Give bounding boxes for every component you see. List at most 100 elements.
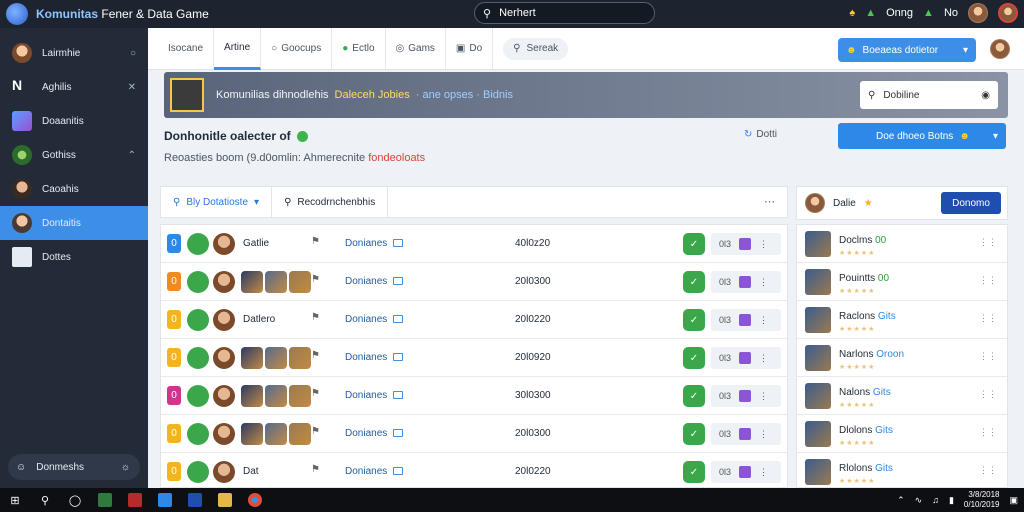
more-icon[interactable]: ⋮⋮ — [979, 275, 997, 286]
app-blue-icon[interactable] — [150, 488, 180, 512]
table-row[interactable]: 0 ⚑ Donianes 30l0300 ✓ 0l3 ⋮ — [161, 377, 787, 415]
follow-button[interactable]: Donomo — [941, 192, 1001, 214]
volume-icon[interactable]: ♫ — [932, 495, 939, 505]
search-icon[interactable]: ⚲ — [30, 488, 60, 512]
list-item[interactable]: Pouintts 00 ★★★★★ ⋮⋮ — [797, 263, 1007, 301]
status-button[interactable]: ✓ — [683, 385, 705, 407]
sidebar-item-4[interactable]: Caoahis — [0, 172, 148, 206]
chevron-up-icon[interactable]: ⌃ — [128, 150, 136, 161]
row-meta[interactable]: 0l3 ⋮ — [711, 347, 781, 369]
row-meta[interactable]: 0l3 ⋮ — [711, 309, 781, 331]
status-button[interactable]: ✓ — [683, 423, 705, 445]
task-view-icon[interactable]: ◯ — [60, 488, 90, 512]
sidebar-item-2[interactable]: Doaanitis — [0, 104, 148, 138]
sidebar-item-3[interactable]: Gothiss ⌃ — [0, 138, 148, 172]
tab-label: Do — [469, 43, 483, 54]
more-icon[interactable]: ⋮⋮ — [979, 465, 997, 476]
table-row[interactable]: 0 ⚑ Donianes 20l0300 ✓ 0l3 ⋮ — [161, 263, 787, 301]
tab-bar-avatar[interactable] — [990, 39, 1010, 59]
status-button[interactable]: ✓ — [683, 271, 705, 293]
file-explorer-icon[interactable] — [90, 488, 120, 512]
flag-icon: ⚑ — [311, 464, 320, 475]
table-row[interactable]: 0 ⚑ Donianes 20l0920 ✓ 0l3 ⋮ — [161, 339, 787, 377]
sidebar-item-6[interactable]: Dottes — [0, 240, 148, 274]
row-meta[interactable]: 0l3 ⋮ — [711, 423, 781, 445]
more-icon[interactable]: ⋮⋮ — [979, 237, 997, 248]
list-item[interactable]: Raclons Gits ★★★★★ ⋮⋮ — [797, 301, 1007, 339]
tab-0[interactable]: Isocane — [158, 27, 215, 70]
user-avatar[interactable] — [968, 3, 988, 23]
status-button[interactable]: ✓ — [683, 347, 705, 369]
tab-2[interactable]: ○ Goocups — [261, 27, 333, 70]
more-icon[interactable]: ⋯ — [764, 195, 775, 208]
row-category: Donianes — [345, 314, 404, 325]
browser-icon[interactable] — [240, 488, 270, 512]
recommend-filter[interactable]: ⚲ Recodrnchenbhis — [272, 186, 389, 218]
app-red-icon[interactable] — [120, 488, 150, 512]
network-icon[interactable]: ∿ — [915, 495, 923, 506]
tab-action-button[interactable]: ☻ Boeaeas dotietor ▾ — [838, 38, 976, 62]
row-meta[interactable]: 0l3 ⋮ — [711, 271, 781, 293]
profile-avatar[interactable] — [998, 3, 1018, 23]
windows-start-icon[interactable]: ⊞ — [0, 488, 30, 512]
list-item[interactable]: Dlolons Gits ★★★★★ ⋮⋮ — [797, 415, 1007, 453]
sidebar-item-5[interactable]: Dontaitis — [0, 206, 148, 240]
status-button[interactable]: ✓ — [683, 309, 705, 331]
banner-text-end: · ane opses · Bidnis — [415, 89, 513, 101]
row-meta-label: 0l3 — [719, 467, 732, 477]
status-button[interactable]: ✓ — [683, 461, 705, 483]
more-icon[interactable]: ⋮⋮ — [979, 313, 997, 324]
notification-icon[interactable]: ♠ — [849, 7, 855, 19]
status-button[interactable]: ✓ — [683, 233, 705, 255]
rating-stars-icon: ★★★★★ — [839, 402, 876, 409]
banner-search-input[interactable]: ⚲ Dobiline ◉ — [860, 81, 998, 109]
table-row[interactable]: 0 Datlero ⚑ Donianes 20l0220 ✓ 0l3 ⋮ — [161, 301, 787, 339]
top-search-box[interactable]: ⚲ Nerhert — [474, 2, 655, 24]
friends-icon[interactable]: ▲ — [923, 7, 934, 19]
tab-3[interactable]: ● Ectlo — [332, 27, 386, 70]
community-table: 0 Gatlie ⚑ Donianes 40l0z20 ✓ 0l3 ⋮ 0 ⚑ D… — [160, 224, 788, 488]
section-link[interactable]: ↻ Dotti — [744, 129, 777, 140]
table-row[interactable]: 0 Dat ⚑ Donianes 20l0220 ✓ 0l3 ⋮ — [161, 453, 787, 487]
tab-4[interactable]: ◎ Gams — [386, 27, 446, 70]
app-navy-icon[interactable] — [180, 488, 210, 512]
close-icon[interactable]: ✕ — [128, 82, 136, 93]
green-circle-icon: ● — [342, 43, 349, 54]
globe-icon[interactable]: ☼ — [121, 462, 130, 473]
tab-5[interactable]: ▣ Do — [446, 27, 494, 70]
chevron-up-icon[interactable]: ⌃ — [897, 495, 905, 506]
community-button[interactable]: ☺ Donmeshs ☼ — [8, 454, 140, 480]
row-meta-label: 0l3 — [719, 391, 732, 401]
section-action-button[interactable]: Doe dhoeo Botns ☻ ▾ — [838, 123, 1006, 149]
row-meta[interactable]: 0l3 ⋮ — [711, 385, 781, 407]
more-icon: ⋮ — [759, 390, 769, 401]
list-item[interactable]: Narlons Oroon ★★★★★ ⋮⋮ — [797, 339, 1007, 377]
row-category-label: Donianes — [345, 276, 388, 287]
list-item[interactable]: Nalons Gits ★★★★★ ⋮⋮ — [797, 377, 1007, 415]
more-icon[interactable]: ⋮⋮ — [979, 427, 997, 438]
row-meta[interactable]: 0l3 ⋮ — [711, 461, 781, 483]
table-row[interactable]: 0 Gatlie ⚑ Donianes 40l0z20 ✓ 0l3 ⋮ — [161, 225, 787, 263]
sidebar-item-0[interactable]: Lairmhie ○ — [0, 36, 148, 70]
battery-icon[interactable]: ▮ — [949, 495, 954, 506]
notification-icon[interactable]: ▣ — [1009, 495, 1018, 506]
badge-icon — [739, 428, 752, 440]
profile-avatar[interactable] — [805, 193, 825, 213]
more-icon[interactable]: ⋮⋮ — [979, 389, 997, 400]
sidebar-item-1[interactable]: N Aghilis ✕ — [0, 70, 148, 104]
tab-1[interactable]: Artine — [214, 27, 262, 70]
more-icon[interactable]: ⋮⋮ — [979, 351, 997, 362]
avatar-icon — [213, 347, 235, 369]
app-title-suffix: Fener & Data Game — [101, 7, 209, 21]
system-clock[interactable]: 3/8/2018 0/10/2019 — [964, 490, 1000, 510]
chevron-down-icon: ▾ — [962, 44, 968, 56]
filter-dropdown[interactable]: ⚲ Bly Dotatioste ▾ — [161, 186, 273, 218]
folder-icon[interactable] — [210, 488, 240, 512]
row-meta[interactable]: 0l3 ⋮ — [711, 233, 781, 255]
tab-search[interactable]: ⚲ Sereak — [503, 37, 569, 60]
status-icon[interactable]: ▲ — [865, 7, 876, 19]
list-item[interactable]: Rlolons Gits ★★★★★ ⋮⋮ — [797, 453, 1007, 487]
table-row[interactable]: 0 ⚑ Donianes 20l0300 ✓ 0l3 ⋮ — [161, 415, 787, 453]
gear-icon[interactable]: ◉ — [981, 90, 990, 101]
list-item[interactable]: Doclms 00 ★★★★★ ⋮⋮ — [797, 225, 1007, 263]
